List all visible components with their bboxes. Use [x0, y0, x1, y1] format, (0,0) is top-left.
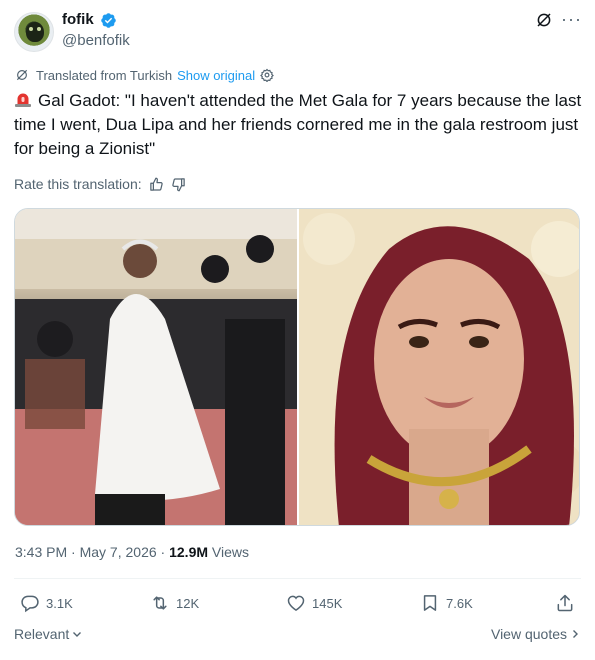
more-icon[interactable]: ··· — [561, 10, 582, 28]
rate-translation: Rate this translation: — [14, 175, 186, 193]
bookmark-icon — [423, 595, 437, 611]
red-carpet-photo — [15, 209, 297, 525]
repost-button[interactable]: 12K — [150, 592, 199, 614]
media-grid — [14, 208, 580, 526]
gear-icon[interactable] — [260, 68, 274, 82]
verified-badge-icon — [101, 13, 116, 28]
chevron-down-icon — [73, 632, 82, 637]
views-label: Views — [211, 544, 250, 560]
siren-icon — [14, 91, 32, 108]
sort-label: Relevant — [14, 626, 70, 642]
reply-count: 3.1K — [46, 595, 73, 611]
repost-icon — [153, 596, 167, 610]
avatar[interactable] — [14, 12, 54, 52]
portrait-photo — [299, 209, 579, 525]
action-bar: 3.1K 12K 145K 7.6K — [0, 592, 595, 614]
translated-label: Translated from Turkish — [36, 67, 173, 83]
heart-icon — [287, 595, 305, 611]
reply-button[interactable]: 3.1K — [20, 592, 73, 614]
bookmark-button[interactable]: 7.6K — [420, 592, 473, 614]
timestamp-row: 3:43 PM · May 7, 2026 · 12.9M Views — [15, 543, 249, 561]
tweet-body: Gal Gadot: "I haven't attended the Met G… — [14, 91, 582, 158]
separator: · — [160, 544, 166, 560]
like-count: 145K — [312, 595, 343, 611]
handle[interactable]: @benfofik — [62, 31, 130, 51]
rate-label: Rate this translation: — [14, 176, 142, 192]
repost-count: 12K — [176, 595, 200, 611]
sort-relevant-dropdown[interactable]: Relevant — [14, 626, 82, 642]
post-time[interactable]: 3:43 PM — [15, 544, 67, 560]
photo-right[interactable] — [299, 209, 579, 525]
view-quotes-label: View quotes — [490, 626, 567, 642]
avatar-eye — [37, 27, 41, 31]
reply-icon — [21, 595, 39, 613]
share-icon — [557, 594, 573, 612]
show-original-link[interactable]: Show original — [177, 68, 255, 83]
display-name[interactable]: fofik — [62, 10, 94, 30]
grok-icon[interactable] — [535, 11, 553, 29]
like-button[interactable]: 145K — [286, 592, 342, 614]
view-quotes-link[interactable]: View quotes — [491, 626, 580, 642]
share-button[interactable] — [555, 592, 581, 614]
separator: · — [71, 544, 76, 560]
chevron-right-icon — [573, 630, 578, 638]
photo-left[interactable] — [15, 209, 297, 525]
thumbs-down-icon[interactable] — [171, 177, 186, 192]
thumbs-up-icon[interactable] — [149, 177, 164, 192]
translation-bar: Translated from Turkish Show original — [15, 66, 274, 84]
views-count: 12.9M — [169, 544, 209, 560]
post-date[interactable]: May 7, 2026 — [80, 544, 157, 560]
replies-footer: Relevant View quotes — [14, 626, 580, 644]
avatar-figure — [26, 22, 44, 42]
tweet-text: Gal Gadot: "I haven't attended the Met G… — [14, 89, 582, 161]
avatar-eye — [29, 27, 33, 31]
divider — [14, 578, 581, 579]
grok-icon — [16, 69, 28, 81]
bookmark-count: 7.6K — [446, 595, 473, 611]
tweet: fofik @benfofik ··· Translated from Turk… — [0, 0, 595, 660]
